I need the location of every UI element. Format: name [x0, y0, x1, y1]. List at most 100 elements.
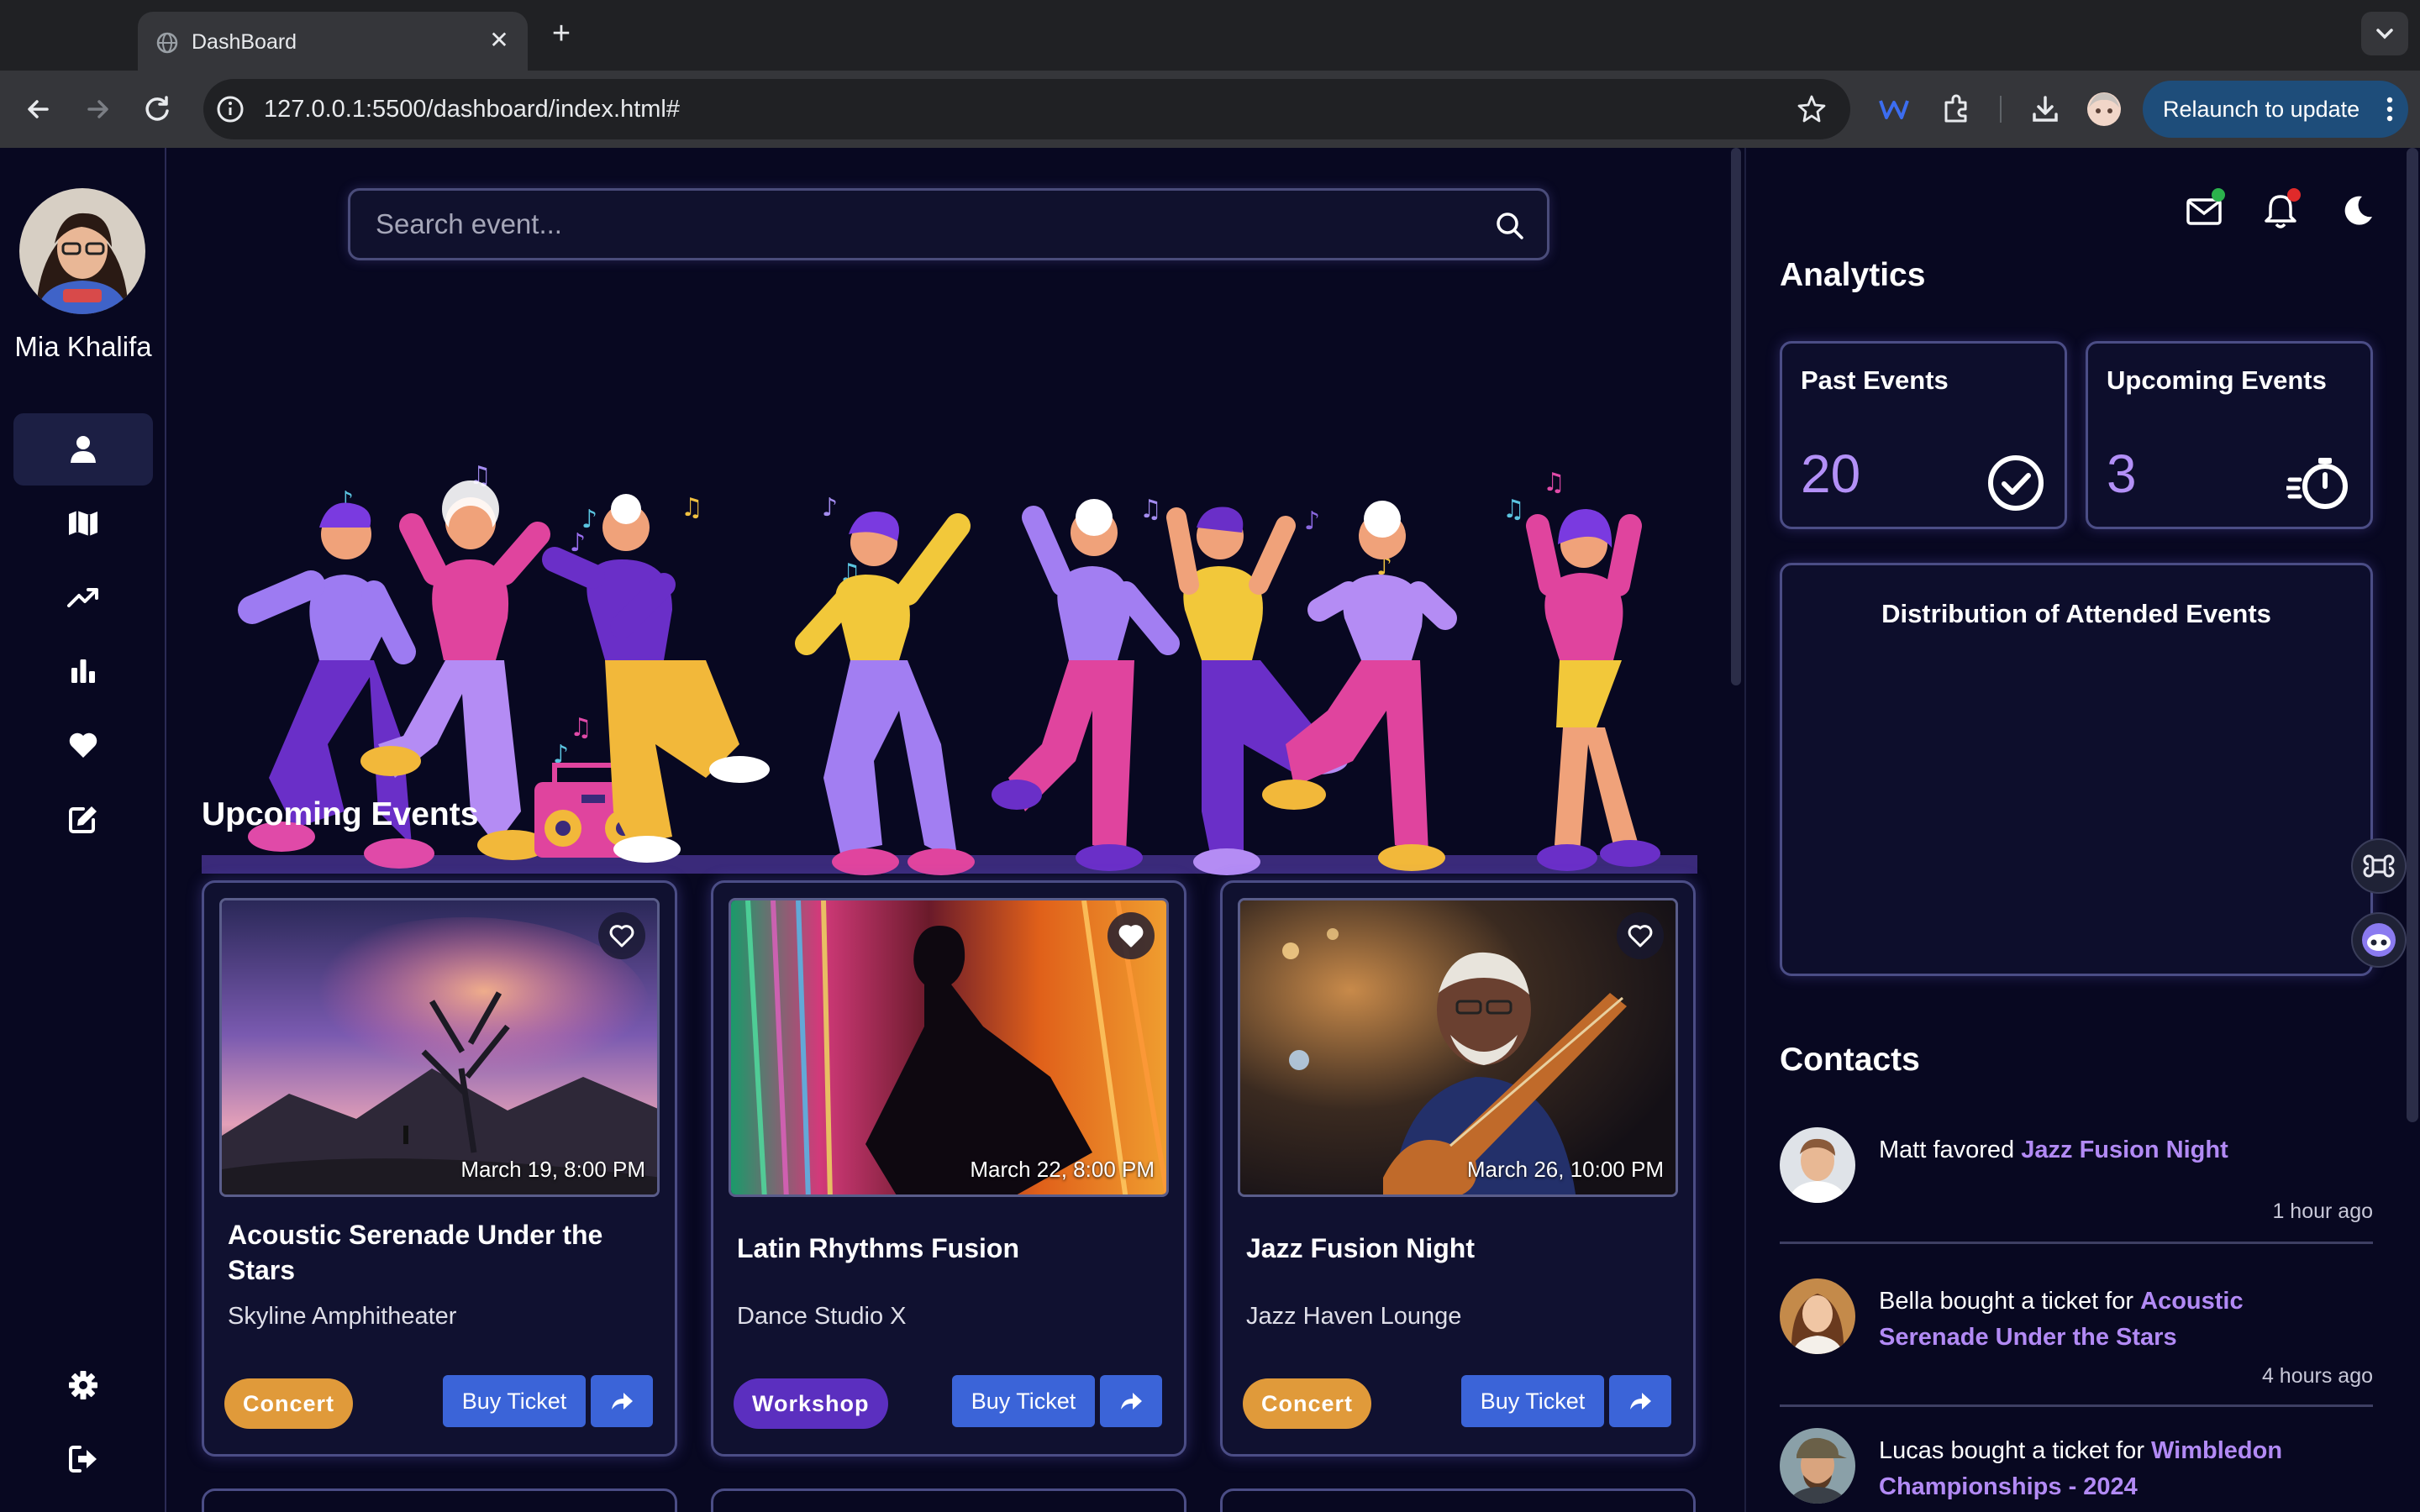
event-card[interactable]: March 19, 8:00 PM Acoustic Serenade Unde…: [202, 880, 677, 1457]
url-text: 127.0.0.1:5500/dashboard/index.html#: [264, 96, 680, 123]
upcoming-events-card: Upcoming Events 3: [2086, 341, 2373, 529]
bookmark-star-icon[interactable]: [1795, 92, 1828, 126]
jazz-guitarist-image: [1240, 900, 1676, 1194]
event-card-peek[interactable]: [711, 1488, 1186, 1512]
contact-message: Matt favored Jazz Fusion Night: [1879, 1132, 2349, 1168]
forward-icon[interactable]: [77, 89, 118, 129]
chevron-down-icon: [2376, 29, 2393, 39]
extensions-puzzle-icon[interactable]: [1938, 91, 1975, 128]
browser-tab-bar: DashBoard ✕ +: [0, 0, 2420, 71]
svg-text:♪: ♪: [822, 493, 838, 522]
past-events-label: Past Events: [1801, 365, 1949, 395]
buy-ticket-button[interactable]: Buy Ticket: [1461, 1375, 1604, 1427]
notification-dot: [2287, 188, 2301, 202]
contact-avatar: [1780, 1428, 1855, 1504]
main-content: ♪♫♪ ♪♫♪ ♫♪♫ ♪♫♫ ♫♪♪: [166, 148, 1739, 1512]
past-events-count: 20: [1801, 444, 1861, 504]
browser-toolbar: 127.0.0.1:5500/dashboard/index.html# Rel…: [0, 71, 2420, 148]
contact-divider: [1780, 1404, 2373, 1407]
user-avatar[interactable]: [19, 188, 145, 314]
download-icon[interactable]: [2027, 91, 2064, 128]
main-scrollbar[interactable]: [1731, 148, 1741, 685]
extension-w-icon[interactable]: [1876, 91, 1912, 128]
address-bar[interactable]: 127.0.0.1:5500/dashboard/index.html#: [203, 79, 1850, 139]
event-title: Latin Rhythms Fusion: [737, 1233, 1019, 1263]
event-date: March 19, 8:00 PM: [460, 1157, 645, 1182]
heart-outline-icon: [609, 925, 634, 948]
contact-divider: [1780, 1242, 2373, 1244]
upcoming-events-label: Upcoming Events: [2107, 365, 2327, 395]
category-badge: Workshop: [734, 1378, 888, 1429]
contact-event-link[interactable]: Jazz Fusion Night: [2021, 1137, 2228, 1163]
event-image: March 22, 8:00 PM: [729, 898, 1169, 1197]
buy-ticket-button[interactable]: Buy Ticket: [952, 1375, 1095, 1427]
event-card-peek[interactable]: [202, 1488, 677, 1512]
contact-action: Lucas bought a ticket for: [1879, 1437, 2152, 1464]
contact-time: 1 hour ago: [2272, 1200, 2373, 1223]
svg-text:♫: ♫: [570, 713, 592, 743]
event-title: Acoustic Serenade Under the Stars: [228, 1220, 603, 1285]
upcoming-events-count: 3: [2107, 444, 2137, 504]
kebab-menu-icon[interactable]: [2383, 92, 2396, 126]
sidebar-item-trends[interactable]: [13, 561, 153, 633]
tab-close-icon[interactable]: ✕: [482, 24, 516, 57]
share-button[interactable]: [1609, 1375, 1671, 1427]
floating-assistant-button[interactable]: [2351, 912, 2407, 968]
command-icon: [2363, 854, 2395, 878]
user-icon: [71, 436, 96, 463]
sidebar-item-favorites[interactable]: [13, 709, 153, 781]
search-icon[interactable]: [1493, 209, 1527, 243]
share-arrow-icon: [1121, 1393, 1142, 1410]
share-arrow-icon: [1630, 1393, 1651, 1410]
edit-icon: [69, 806, 97, 833]
reload-icon[interactable]: [138, 89, 178, 129]
event-card-peek[interactable]: [1220, 1488, 1696, 1512]
attended-events-chart: Distribution of Attended Events: [1780, 563, 2373, 976]
buy-ticket-button[interactable]: Buy Ticket: [443, 1375, 586, 1427]
event-card[interactable]: March 22, 8:00 PM Latin Rhythms Fusion D…: [711, 880, 1186, 1457]
search-input[interactable]: [376, 206, 1468, 243]
profile-avatar-icon[interactable]: [2086, 91, 2123, 128]
sidebar-item-settings[interactable]: [13, 1349, 153, 1421]
svg-text:♫: ♫: [1543, 468, 1565, 497]
sidebar-item-logout[interactable]: [13, 1423, 153, 1495]
browser-tab[interactable]: DashBoard ✕: [138, 12, 528, 71]
svg-text:♫: ♫: [681, 493, 703, 522]
favorite-button[interactable]: [1617, 912, 1664, 959]
event-venue: Jazz Haven Lounge: [1246, 1303, 1462, 1330]
contact-action: Matt favored: [1879, 1137, 2022, 1163]
app-sidebar: Mia Khalifa: [0, 148, 166, 1512]
right-panel: Analytics Past Events 20 Upcoming Events…: [1746, 148, 2420, 1512]
toolbar-divider: [2000, 96, 2002, 123]
site-info-icon[interactable]: [215, 94, 245, 124]
moon-icon[interactable]: [2337, 190, 2379, 232]
share-button[interactable]: [591, 1375, 653, 1427]
event-venue: Dance Studio X: [737, 1303, 907, 1330]
relaunch-button[interactable]: Relaunch to update: [2143, 81, 2408, 138]
mail-status-dot: [2212, 188, 2225, 202]
sidebar-item-edit[interactable]: [13, 783, 153, 855]
contact-action: Bella bought a ticket for: [1879, 1288, 2141, 1315]
relaunch-label: Relaunch to update: [2163, 97, 2360, 122]
search-bar: [348, 188, 1549, 260]
right-scrollbar[interactable]: [2407, 148, 2418, 1122]
heart-icon: [69, 732, 97, 758]
favorite-button[interactable]: [598, 912, 645, 959]
gear-icon: [69, 1371, 97, 1399]
favorite-button[interactable]: [1107, 912, 1155, 959]
back-icon[interactable]: [18, 89, 59, 129]
new-tab-button[interactable]: +: [543, 15, 580, 52]
sidebar-item-profile[interactable]: [13, 413, 153, 486]
event-venue: Skyline Amphitheater: [228, 1303, 457, 1330]
event-card[interactable]: March 26, 10:00 PM Jazz Fusion Night Jaz…: [1220, 880, 1696, 1457]
tab-search-button[interactable]: [2361, 12, 2408, 55]
night-tree-image: [222, 900, 657, 1194]
category-badge: Concert: [224, 1378, 354, 1429]
svg-text:♫: ♫: [1502, 495, 1525, 524]
contact-message: Lucas bought a ticket for Wimbledon Cham…: [1879, 1433, 2349, 1505]
sidebar-item-stats[interactable]: [13, 635, 153, 707]
sidebar-item-map[interactable]: [13, 487, 153, 559]
floating-command-button[interactable]: [2351, 838, 2407, 894]
svg-text:♪: ♪: [1304, 507, 1320, 536]
share-button[interactable]: [1100, 1375, 1162, 1427]
